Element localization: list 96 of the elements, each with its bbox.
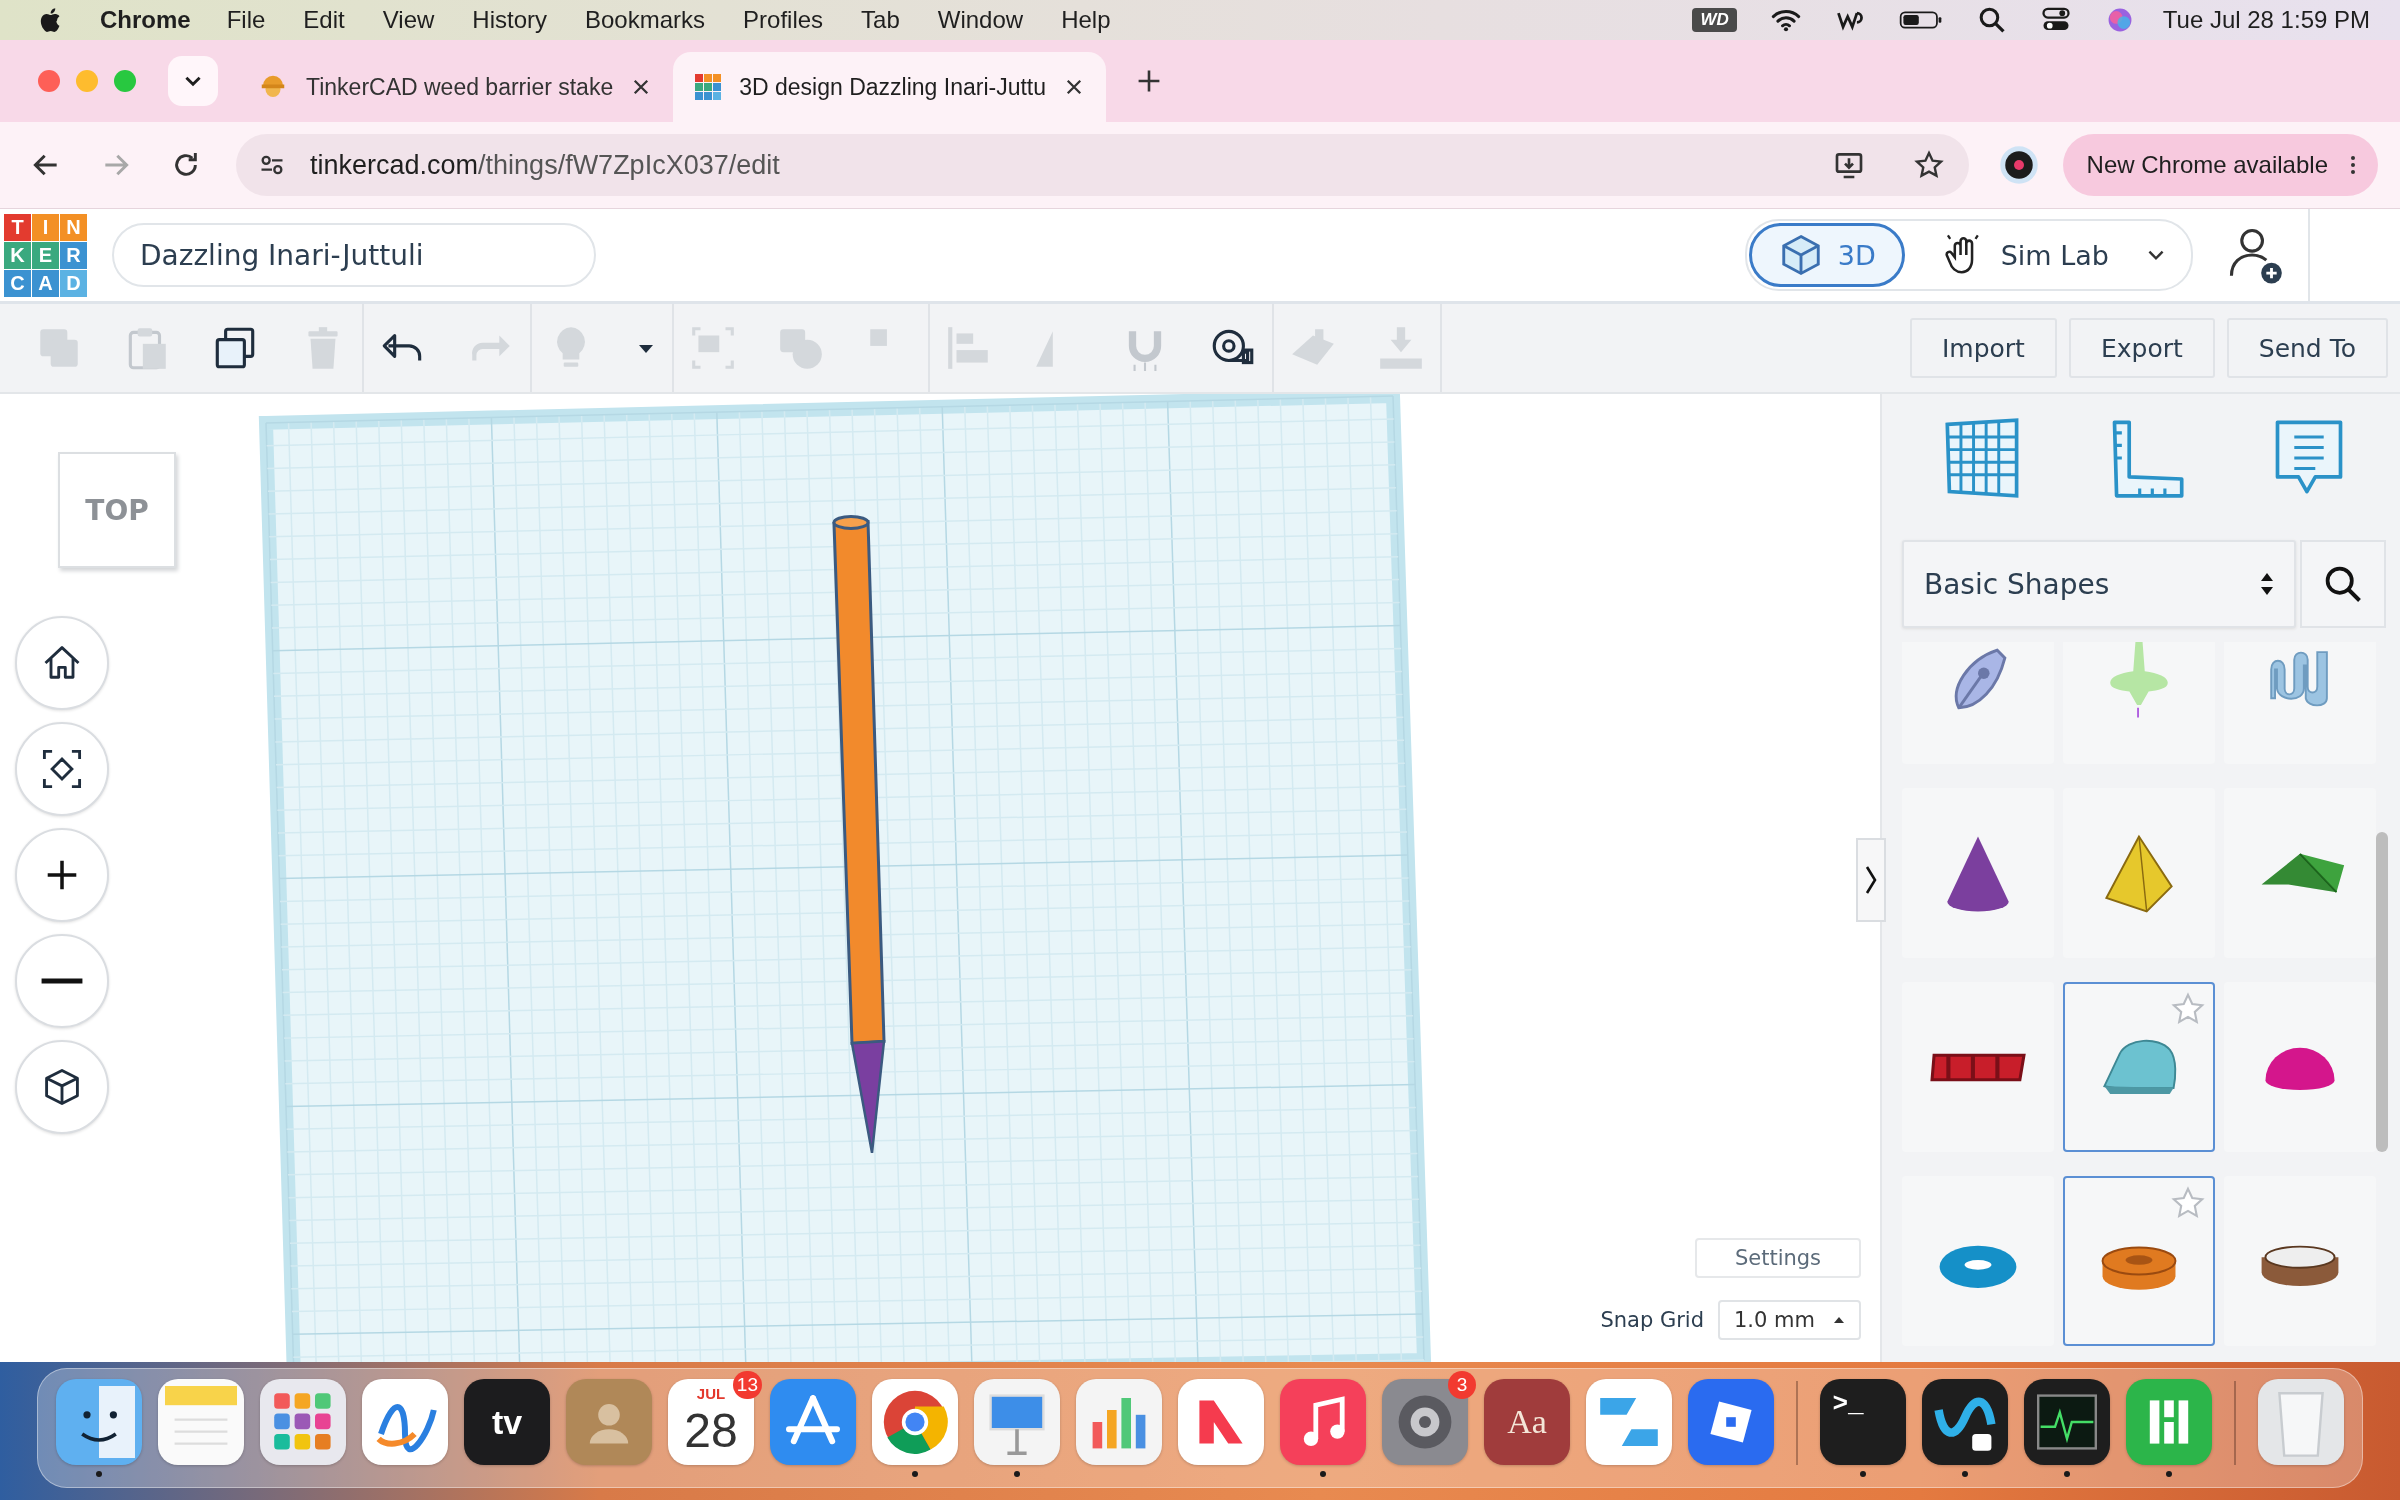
app-icon-label: tv [491,1402,523,1442]
app-icon[interactable]: Aa [1484,1379,1570,1465]
logo-letter: C [4,269,31,297]
menu-item[interactable]: Bookmarks [585,6,706,34]
shape-category-select[interactable]: Basic Shapes [1902,540,2296,628]
apple-logo-icon[interactable] [38,6,62,34]
star-outline-icon[interactable] [2171,992,2205,1026]
logo-letter: E [32,241,59,269]
scrollbar[interactable] [2376,832,2388,1152]
app-icon[interactable] [1922,1379,2008,1465]
dock-item[interactable]: >_ [1812,1371,1914,1477]
url-text: tinkercad.com/things/fW7ZpIcX037/edit [310,149,781,181]
shape-tile[interactable] [1902,642,2054,764]
tinkercad-favicon-icon [695,74,722,100]
star-outline-icon[interactable] [2171,1186,2205,1220]
action-button[interactable]: Export [2068,318,2215,378]
running-indicator [912,1471,918,1477]
battery-icon[interactable] [1898,8,1943,32]
shape-tile[interactable] [1902,982,2054,1152]
calendar-month: JUL [696,1385,726,1402]
menu-item[interactable]: Profiles [743,6,824,34]
shape-tile[interactable] [2224,1176,2376,1346]
menu-item[interactable]: Window [937,6,1024,34]
star-icon[interactable] [1912,149,1945,181]
logo-letter: R [60,241,87,269]
running-indicator [1962,1471,1968,1477]
notification-badge: 13 [732,1371,762,1399]
menu-item[interactable]: Edit [303,6,345,34]
dock-item[interactable]: tv [456,1371,558,1477]
close-window-icon[interactable] [38,70,60,92]
menu-item[interactable]: Tab [861,6,900,34]
minus-icon [40,976,84,986]
shape-tile[interactable] [2224,642,2376,764]
running-indicator [1014,1471,1020,1477]
cylinder-cone-model[interactable] [832,515,886,1155]
shape-tile[interactable] [2063,982,2215,1152]
calendar-day: 28 [684,1402,738,1458]
snap-grid-select[interactable]: 1.0 mm [1718,1300,1861,1340]
shape-category-value: Basic Shapes [1924,567,2110,601]
running-indicator [2166,1471,2172,1477]
shape-tile[interactable] [2063,642,2215,764]
logo-letter: D [60,269,87,297]
dock-item[interactable]: Aa [1476,1371,1578,1477]
shape-tile[interactable] [2224,982,2376,1152]
browser-tab[interactable]: 3D design Dazzling Inari-Juttu [673,52,1107,122]
chevron-right-icon [1865,865,1877,895]
shape-tile[interactable] [1902,788,2054,958]
settings-button[interactable]: Settings [1695,1238,1861,1278]
drive-badge[interactable]: WD [1692,8,1737,32]
app-icon[interactable] [2024,1379,2110,1465]
shape-tile[interactable] [2224,788,2376,958]
snap-grid-label: Snap Grid [1600,1308,1704,1332]
menu-item[interactable]: File [226,6,266,34]
action-button[interactable]: Import [1909,318,2057,378]
sort-arrows-icon [2260,571,2274,597]
dock-item[interactable]: 3 [1374,1371,1476,1477]
shape-tile[interactable] [2063,1176,2215,1346]
notification-badge: 3 [1448,1371,1476,1399]
fit-view-icon [40,747,84,791]
design-name-field[interactable]: Dazzling Inari-Juttuli [112,223,596,287]
menu-item[interactable]: View [382,6,435,34]
app-menu[interactable]: Chrome [100,6,191,34]
running-indicator [1860,1471,1866,1477]
shape-tile[interactable] [1902,1176,2054,1346]
more-icon [2350,155,2356,175]
app-icon[interactable]: >_ [1820,1379,1906,1465]
running-indicator [1320,1471,1326,1477]
profile-avatar-icon[interactable] [1998,145,2039,185]
running-indicator [2064,1471,2070,1477]
logo-letter: K [4,241,31,269]
menu-item[interactable]: History [472,6,547,34]
address-bar[interactable]: tinkercad.com/things/fW7ZpIcX037/edit [236,134,1969,196]
mode-tab[interactable]: Sim Lab [1914,223,2135,287]
browser-tab[interactable]: TinkerCAD weed barrier stake [236,52,674,122]
search-button[interactable] [2300,540,2386,628]
update-button[interactable]: New Chrome available [2062,134,2378,196]
tab-title: 3D design Dazzling Inari-Juttu [739,73,1047,101]
logo-letter: A [32,269,59,297]
app-icon-label: >_ [1832,1389,1864,1419]
app-icon[interactable]: tv [464,1379,550,1465]
action-button[interactable]: Send To [2226,318,2388,378]
running-indicator [96,1471,102,1477]
logo-letter: N [60,213,87,241]
tab-title: TinkerCAD weed barrier stake [306,73,614,101]
app-icon[interactable] [56,1379,142,1465]
shape-tile[interactable] [2063,788,2215,958]
caret-up-icon [1833,1316,1845,1324]
app-icon-label: Aa [1507,1403,1547,1441]
menu-item[interactable]: Help [1061,6,1111,34]
logo-letter: I [32,213,59,241]
collapse-panel-button[interactable] [1856,838,1886,922]
dock-item[interactable]: JUL 28 13 [660,1371,762,1477]
logo-letter: T [4,213,31,241]
mode-tab[interactable]: 3D [1748,223,1905,287]
tab-list-button[interactable] [168,56,218,106]
clock[interactable]: Tue Jul 28 1:59 PM [2162,6,2370,34]
